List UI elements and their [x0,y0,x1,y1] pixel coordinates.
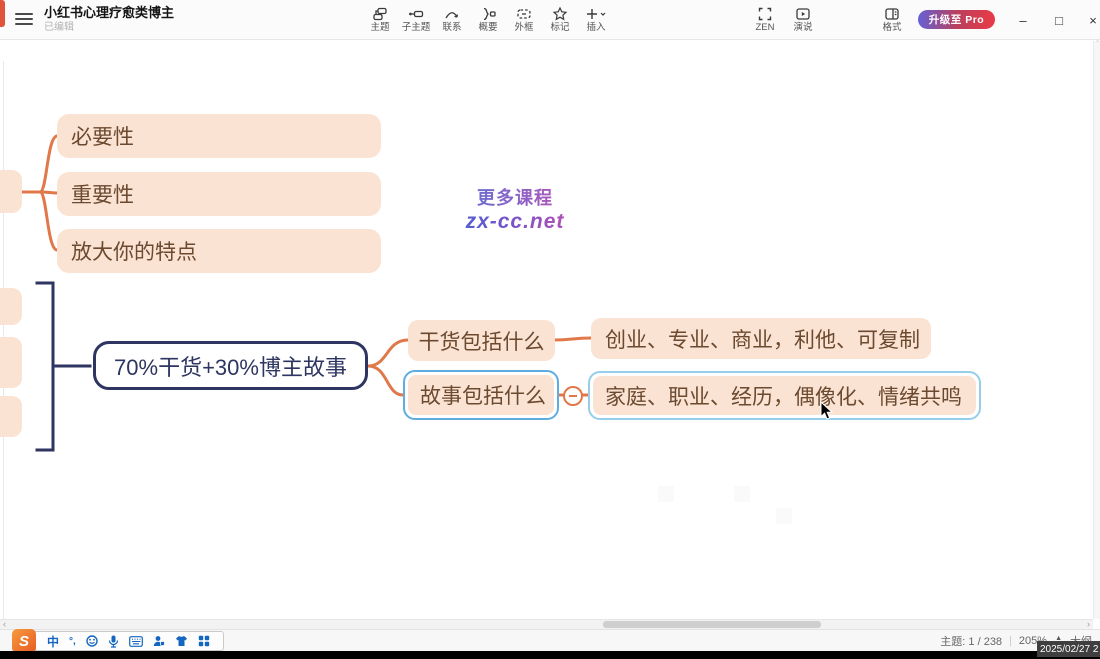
ime-toolbox-icon[interactable] [198,635,210,647]
ime-toolbar[interactable]: S 中 °, [12,631,224,651]
summary-button[interactable]: 概要 [470,4,506,34]
topic-icon [362,5,398,22]
window-close-button[interactable]: × [1078,0,1100,40]
status-bar: S 中 °, 主题: 1 / 238 | 205% ▲▼ 大纲 [0,629,1100,651]
node-drygoods-question[interactable]: 干货包括什么 [408,320,555,361]
stub-topic-2[interactable] [0,337,22,388]
topic-button[interactable]: 主题 [362,4,398,34]
vertical-scrollbar[interactable]: ˆ [1093,41,1100,619]
node-center-formula[interactable]: 70%干货+30%博主故事 [93,341,368,390]
scroll-left-arrow-icon[interactable]: ‹ [3,619,6,629]
format-panel-icon [874,5,910,22]
ime-microphone-icon[interactable] [108,635,119,648]
node-drygoods-list[interactable]: 创业、专业、商业，利他、可复制 [591,318,931,359]
ime-account-icon[interactable] [153,635,165,647]
branch-collapse-button[interactable] [563,386,583,406]
node-story-question-selection[interactable]: 故事包括什么 [403,370,559,420]
status-divider: | [1009,635,1012,647]
boundary-icon [506,5,542,22]
ime-logo-icon[interactable]: S [12,629,36,653]
ghost-mark-1 [658,486,674,502]
app-icon-sliver [0,0,5,27]
insert-button[interactable]: 插入 [578,4,614,34]
scroll-right-arrow-icon[interactable]: › [1087,619,1090,629]
presentation-play-icon [784,5,822,22]
document-title: 小红书心理疗愈类博主 [44,5,174,21]
upgrade-pro-button[interactable]: 升级至 Pro [918,10,995,29]
subtopic-button[interactable]: 子主题 [398,4,434,34]
node-story-question[interactable]: 故事包括什么 [408,375,554,415]
node-story-list-selection[interactable]: 家庭、职业、经历，偶像化、情绪共鸣 [588,371,981,420]
relationship-button[interactable]: 联系 [434,4,470,34]
marker-button[interactable]: 标记 [542,4,578,34]
title-bar: 小红书心理疗愈类博主 已编辑 主题 子主题 [0,0,1100,40]
present-button[interactable]: 演说 [784,4,822,34]
subtopic-icon [398,5,434,22]
mindmap-canvas[interactable]: 必要性 重要性 放大你的特点 70%干货+30%博主故事 干货包括什么 创业、专… [0,41,1093,619]
summary-icon [470,5,506,22]
node-amplify-traits[interactable]: 放大你的特点 [57,229,381,273]
hamburger-menu-icon[interactable] [15,13,33,26]
watermark: 更多课程 zx-cc.net [425,184,605,234]
zen-mode-icon [746,5,784,22]
boundary-button[interactable]: 外框 [506,4,542,34]
stub-topic-3[interactable] [0,396,22,437]
horizontal-scrollbar-thumb[interactable] [603,621,821,628]
ime-keyboard-icon[interactable] [129,636,143,647]
marker-star-icon [542,5,578,22]
scroll-up-arrow-icon[interactable]: ˆ [1094,41,1100,48]
relationship-icon [434,5,470,22]
ghost-mark-3 [776,508,792,524]
ime-skin-icon[interactable] [175,635,188,647]
node-importance[interactable]: 重要性 [57,172,381,216]
secondary-toolbar: ZEN 演说 [746,4,822,34]
zen-button[interactable]: ZEN [746,4,784,34]
format-button[interactable]: 格式 [874,4,910,34]
watermark-text: 更多课程 [425,184,605,210]
node-story-list[interactable]: 家庭、职业、经历，偶像化、情绪共鸣 [593,376,976,415]
watermark-url: zx-cc.net [425,210,605,234]
stub-topic-1[interactable] [0,288,22,325]
window-minimize-button[interactable]: – [1008,0,1038,40]
main-toolbar: 主题 子主题 联系 概要 [362,4,614,34]
window-maximize-button[interactable]: □ [1044,0,1074,40]
date-tooltip: 2025/02/27 2 [1037,641,1100,657]
topic-counter: 主题: 1 / 238 [940,633,1002,649]
insert-plus-icon [578,5,614,22]
letterbox-bar [0,651,1100,659]
ime-punctuation-icon[interactable]: °, [69,636,76,647]
horizontal-scrollbar[interactable]: ‹ › [0,619,1093,629]
ime-emoji-icon[interactable] [86,635,98,647]
node-necessity[interactable]: 必要性 [57,114,381,158]
mouse-cursor [820,401,834,421]
stub-topic-parent[interactable] [0,170,22,213]
ime-language-mode[interactable]: 中 [47,633,59,650]
ghost-mark-2 [734,486,750,502]
document-status: 已编辑 [44,21,174,34]
